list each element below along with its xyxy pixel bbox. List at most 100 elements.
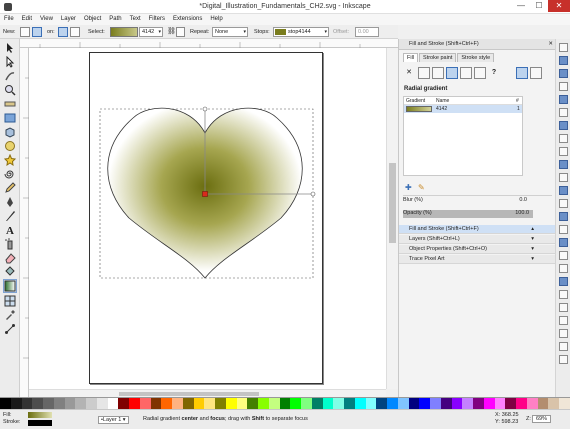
mesh-icon[interactable] [4,295,16,307]
menu-object[interactable]: Object [80,14,105,25]
pattern-paint-button[interactable] [474,67,486,79]
blur-value[interactable]: 0.0 [507,197,527,205]
no-paint-button[interactable]: ✕ [403,67,415,79]
link-icon[interactable]: ⛓ [167,27,176,35]
selector-icon[interactable] [4,42,16,54]
vertical-scroll-thumb[interactable] [389,163,396,243]
minimize-button[interactable]: — [512,0,530,12]
on-fill-button[interactable] [58,27,68,37]
clone-icon[interactable] [558,225,568,234]
zoom-field[interactable]: 69% [532,415,552,423]
menu-layer[interactable]: Layer [57,14,80,25]
tab-stroke-paint[interactable]: Stroke paint [419,53,457,62]
new-document-icon[interactable] [558,43,568,52]
vertical-ruler[interactable] [20,48,29,397]
menu-help[interactable]: Help [206,14,226,25]
gradient-tool-button[interactable] [3,279,17,293]
paste-icon[interactable] [558,173,568,182]
import-icon[interactable] [558,95,568,104]
zoom-drawing-icon[interactable] [558,199,568,208]
calligraphy-icon[interactable] [4,210,16,222]
menu-file[interactable]: File [0,14,18,25]
offset-input[interactable]: 0.00 [355,27,379,37]
spray-icon[interactable] [4,238,16,250]
unlink-clone-icon[interactable] [558,238,568,247]
fill-stroke-icon[interactable] [558,277,568,286]
ungroup-icon[interactable] [558,264,568,273]
document-properties-icon[interactable] [558,355,568,364]
pencil-icon[interactable] [4,182,16,194]
gradient-swatch[interactable] [110,27,138,37]
edit-gradient-icon[interactable]: ✎ [418,183,425,192]
close-icon[interactable]: ✕ [548,39,553,50]
menu-edit[interactable]: Edit [18,14,36,25]
vertical-scrollbar[interactable] [386,48,398,389]
menu-extensions[interactable]: Extensions [169,14,206,25]
duplicate-icon[interactable] [558,212,568,221]
stops-select[interactable]: stop4144 ▾ [273,27,329,37]
gradient-list-row[interactable]: 4142 1 [404,105,522,113]
ellipse-icon[interactable] [4,140,16,152]
mesh-paint-button[interactable] [460,67,472,79]
dock-item-object-properties[interactable]: Object Properties (Shift+Ctrl+O) ▾ [399,245,556,254]
group-icon[interactable] [558,251,568,260]
spiral-icon[interactable] [4,168,16,180]
unset-paint-button[interactable]: ? [488,67,500,79]
pen-icon[interactable] [4,196,16,208]
linear-gradient-paint-button[interactable] [432,67,444,79]
gradient-select[interactable]: 4142 ▾ [139,27,163,37]
menu-path[interactable]: Path [105,14,125,25]
dock-item-trace-pixel-art[interactable]: Trace Pixel Art ▾ [399,255,556,264]
xml-editor-icon[interactable] [558,316,568,325]
zoom-selection-icon[interactable] [558,186,568,195]
drawing-canvas[interactable] [29,48,386,389]
open-icon[interactable] [558,56,568,65]
gradient-vertical-radius-handle[interactable] [202,106,208,112]
layer-select[interactable]: •Layer 1 ▾ [98,416,129,424]
save-icon[interactable] [558,69,568,78]
tweak-icon[interactable] [4,70,16,82]
opacity-row[interactable]: Opacity (%) 100.0 [403,210,533,218]
cut-icon[interactable] [558,160,568,169]
redo-icon[interactable] [558,134,568,143]
linear-gradient-button[interactable] [20,27,30,37]
fill-swatch[interactable] [28,412,52,418]
horizontal-ruler[interactable] [20,39,398,48]
fill-rule-nonzero-button[interactable] [530,67,542,79]
text-font-icon[interactable] [558,290,568,299]
3dbox-icon[interactable] [4,126,16,138]
node-icon[interactable] [4,56,16,68]
gradient-horizontal-radius-handle[interactable] [310,191,316,197]
radial-gradient-button[interactable] [32,27,42,37]
horizontal-scroll-thumb[interactable] [119,392,259,396]
preferences-icon[interactable] [558,342,568,351]
dropper-icon[interactable] [4,309,16,321]
add-gradient-icon[interactable]: ✚ [405,183,412,192]
menu-filters[interactable]: Filters [145,14,169,25]
undo-icon[interactable] [558,121,568,130]
align-icon[interactable] [558,329,568,338]
fill-rule-evenodd-button[interactable] [516,67,528,79]
repeat-select[interactable]: None ▾ [212,27,248,37]
radial-gradient-paint-button[interactable] [446,67,458,79]
dock-item-layers[interactable]: Layers (Shift+Ctrl+L) ▾ [399,235,556,244]
tab-fill[interactable]: Fill [403,53,419,62]
measure-icon[interactable] [4,98,16,110]
horizontal-scrollbar[interactable] [29,389,386,397]
rect-icon[interactable] [4,112,16,124]
zoom-icon[interactable] [4,84,16,96]
menu-text[interactable]: Text [126,14,145,25]
menu-view[interactable]: View [36,14,57,25]
star-icon[interactable] [4,154,16,166]
dock-item-fill-stroke[interactable]: Fill and Stroke (Shift+Ctrl+F) ▴ [399,225,556,234]
export-icon[interactable] [558,108,568,117]
flat-color-button[interactable] [418,67,430,79]
stroke-swatch[interactable] [28,420,52,426]
layers-icon[interactable] [558,303,568,312]
maximize-button[interactable]: ☐ [530,0,548,12]
on-stroke-button[interactable] [70,27,80,37]
eraser-icon[interactable] [4,252,16,264]
connector-icon[interactable] [4,323,16,335]
copy-icon[interactable] [558,147,568,156]
print-icon[interactable] [558,82,568,91]
